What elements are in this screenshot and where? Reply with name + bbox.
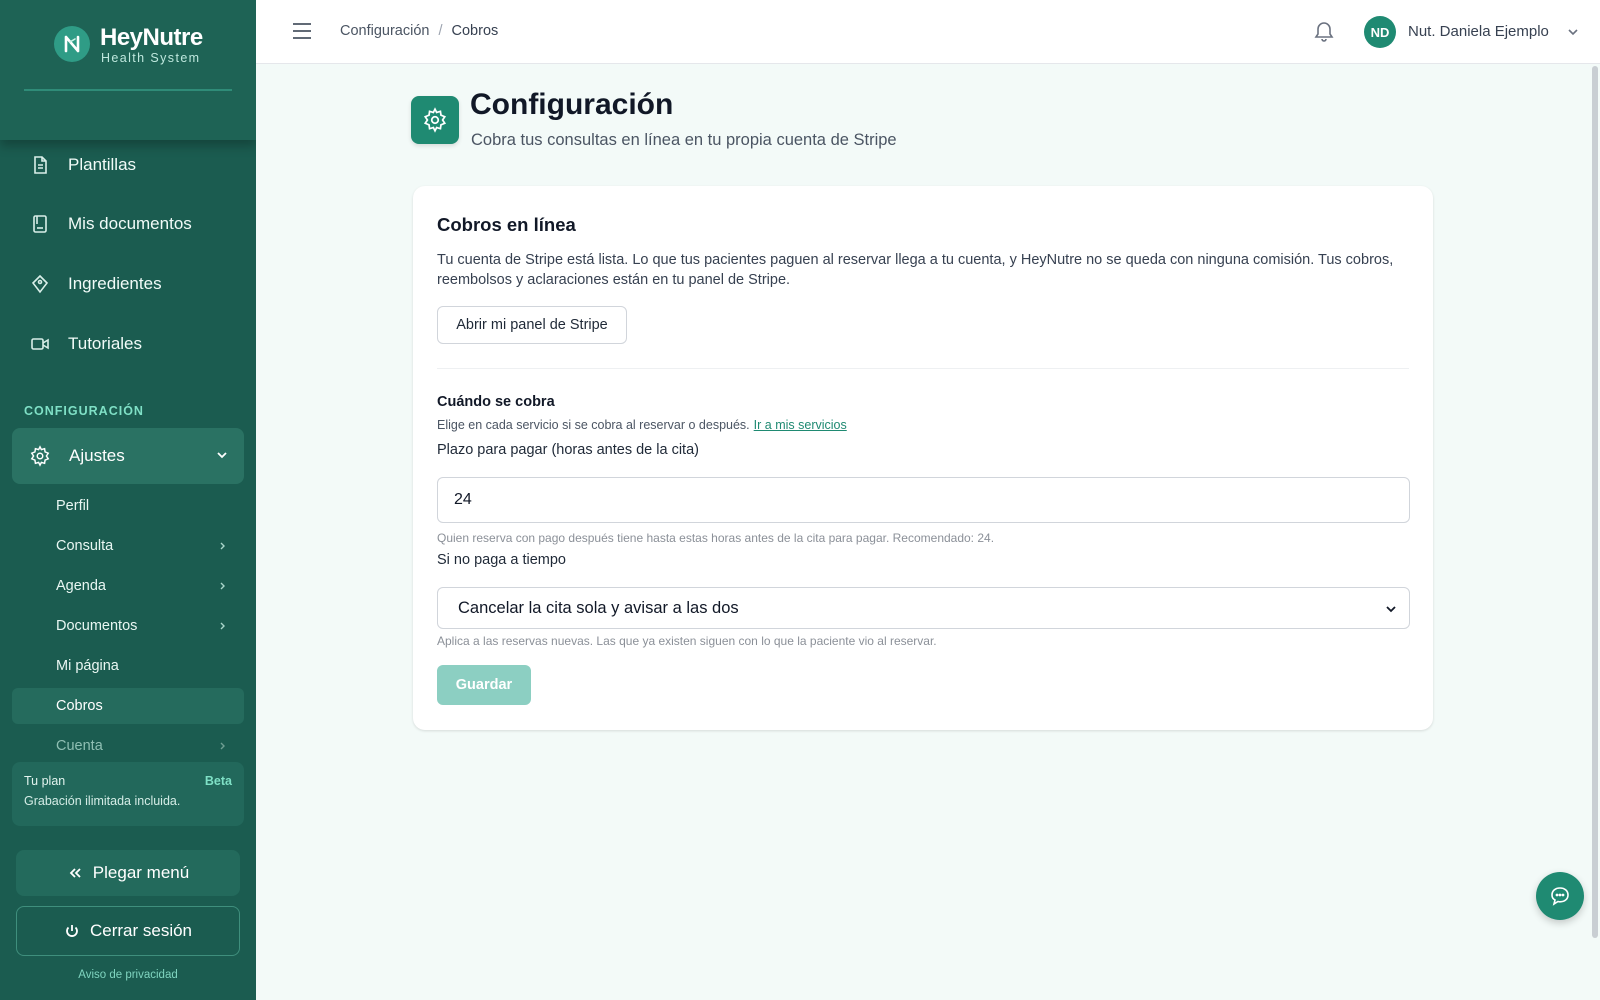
plan-card: Tu plan Beta Grabación ilimitada incluid…: [12, 762, 244, 826]
avatar[interactable]: ND: [1364, 16, 1396, 48]
chevron-right-icon: [220, 742, 225, 750]
sidebar-subitem-label: Perfil: [56, 498, 90, 514]
sidebar-item-plantillas[interactable]: Plantillas: [0, 137, 256, 193]
late-payment-label: Si no paga a tiempo: [437, 552, 566, 568]
book-icon: [30, 214, 50, 234]
chevron-right-icon: [220, 622, 225, 630]
online-payments-card: Cobros en línea Tu cuenta de Stripe está…: [413, 186, 1433, 730]
when-charged-text: Elige en cada servicio si se cobra al re…: [437, 418, 750, 432]
late-payment-hint: Aplica a las reservas nuevas. Las que ya…: [437, 634, 937, 648]
deadline-hours-input[interactable]: [437, 477, 1410, 523]
sidebar-subitem-perfil[interactable]: Perfil: [12, 488, 244, 524]
sidebar-subitem-documentos[interactable]: Documentos: [12, 608, 244, 644]
chevron-right-icon: [220, 582, 225, 590]
go-to-services-link[interactable]: Ir a mis servicios: [754, 418, 847, 432]
sidebar-item-tutoriales[interactable]: Tutoriales: [0, 316, 256, 372]
open-stripe-dashboard-button[interactable]: Abrir mi panel de Stripe: [437, 306, 627, 344]
tag-icon: [30, 274, 50, 294]
sidebar-subitem-label: Cobros: [56, 698, 103, 714]
collapse-menu-button[interactable]: Plegar menú: [16, 850, 240, 896]
sidebar-subitem-mi-pagina[interactable]: Mi página: [12, 648, 244, 684]
sidebar-subitem-label: Cuenta: [56, 738, 103, 754]
sidebar: HeyNutre Health System Plantillas Mis do…: [0, 0, 256, 1000]
sidebar-item-label: Ingredientes: [68, 274, 162, 293]
sidebar-item-ajustes[interactable]: Ajustes: [12, 428, 244, 484]
chevrons-left-icon: [69, 868, 81, 878]
sidebar-subitem-consulta[interactable]: Consulta: [12, 528, 244, 564]
chevron-down-icon[interactable]: [1566, 25, 1580, 39]
chat-button[interactable]: [1536, 872, 1584, 920]
late-payment-selected-value: Cancelar la cita sola y avisar a las dos: [458, 598, 739, 617]
power-icon: [66, 925, 78, 937]
sidebar-item-label: Tutoriales: [68, 334, 143, 353]
brand-name: HeyNutre: [100, 24, 203, 51]
scrollbar[interactable]: [1592, 66, 1598, 938]
privacy-link[interactable]: Aviso de privacidad: [0, 969, 256, 981]
chevron-right-icon: [220, 542, 225, 550]
chat-bubble-icon: [1551, 887, 1569, 906]
plan-description: Grabación ilimitada incluida.: [24, 794, 181, 808]
card-description: Tu cuenta de Stripe está lista. Lo que t…: [437, 252, 1394, 288]
sidebar-subitem-cobros[interactable]: Cobros: [12, 688, 244, 724]
settings-gear-icon: [411, 96, 459, 144]
deadline-label: Plazo para pagar (horas antes de la cita…: [437, 442, 699, 458]
logout-button[interactable]: Cerrar sesión: [16, 906, 240, 956]
collapse-menu-label: Plegar menú: [92, 863, 190, 882]
plan-title: Tu plan: [24, 774, 66, 788]
late-payment-select[interactable]: Cancelar la cita sola y avisar a las dos: [437, 587, 1410, 629]
sidebar-item-label: Plantillas: [68, 155, 137, 174]
topbar: Configuración / Cobros ND Nut. Daniela E…: [256, 0, 1600, 64]
save-button[interactable]: Guardar: [437, 665, 531, 705]
brand-divider: [24, 89, 232, 91]
breadcrumb-separator: /: [438, 23, 443, 39]
plan-badge: Beta: [204, 774, 232, 788]
video-icon: [30, 334, 50, 354]
sidebar-item-ingredientes[interactable]: Ingredientes: [0, 256, 256, 312]
sidebar-subitem-label: Documentos: [56, 618, 138, 634]
sidebar-subitem-cuenta[interactable]: Cuenta: [12, 728, 244, 764]
sidebar-item-mis-documentos[interactable]: Mis documentos: [0, 196, 256, 252]
brand-logo-icon[interactable]: [54, 26, 90, 62]
breadcrumb-item-configuracion[interactable]: Configuración: [340, 23, 429, 39]
when-charged-title: Cuándo se cobra: [437, 394, 555, 410]
brand-header: HeyNutre Health System: [0, 0, 256, 140]
sidebar-subitem-label: Mi página: [56, 658, 119, 674]
brand-subtitle: Health System: [101, 51, 201, 65]
divider: [437, 368, 1409, 369]
chevron-down-icon: [1386, 606, 1396, 613]
sidebar-item-label: Ajustes: [69, 446, 125, 465]
page-title: Configuración: [470, 88, 674, 121]
card-title: Cobros en línea: [437, 214, 576, 235]
menu-icon[interactable]: [292, 22, 312, 40]
sidebar-section-label: CONFIGURACIÓN: [24, 404, 144, 418]
when-charged-description: Elige en cada servicio si se cobra al re…: [437, 418, 847, 432]
sidebar-subitem-label: Agenda: [56, 578, 106, 594]
sidebar-item-label: Mis documentos: [68, 214, 192, 233]
page-subtitle: Cobra tus consultas en línea en tu propi…: [471, 131, 897, 149]
bell-icon[interactable]: [1312, 19, 1336, 43]
breadcrumb-item-cobros: Cobros: [451, 23, 499, 39]
sidebar-subitem-agenda[interactable]: Agenda: [12, 568, 244, 604]
chevron-down-icon: [217, 452, 227, 459]
logout-label: Cerrar sesión: [89, 921, 193, 940]
document-icon: [30, 155, 50, 175]
user-name[interactable]: Nut. Daniela Ejemplo: [1408, 23, 1549, 40]
sidebar-subitem-label: Consulta: [56, 538, 114, 554]
breadcrumb: Configuración / Cobros: [340, 23, 498, 39]
deadline-hint: Quien reserva con pago después tiene has…: [437, 531, 995, 545]
gear-icon: [29, 445, 51, 467]
